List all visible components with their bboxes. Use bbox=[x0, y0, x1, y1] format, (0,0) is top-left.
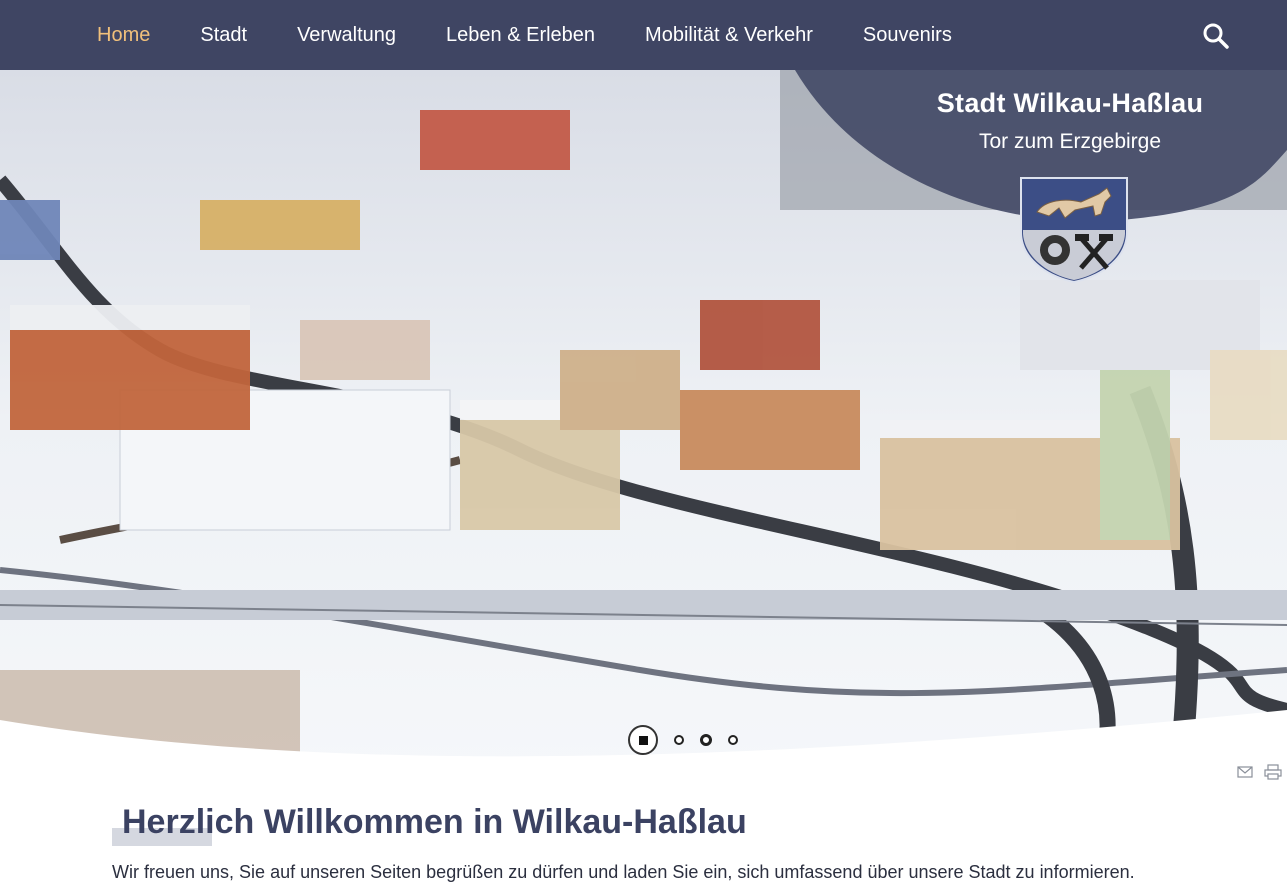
nav-item-stadt[interactable]: Stadt bbox=[200, 24, 247, 47]
stop-icon bbox=[638, 735, 648, 745]
nav-item-home[interactable]: Home bbox=[97, 24, 150, 47]
page-tools bbox=[1236, 764, 1282, 780]
print-icon[interactable] bbox=[1264, 764, 1282, 780]
slider-dot-1[interactable] bbox=[674, 735, 684, 745]
nav-item-souvenirs[interactable]: Souvenirs bbox=[863, 24, 952, 47]
top-navigation: Home Stadt Verwaltung Leben & Erleben Mo… bbox=[0, 0, 1287, 70]
hero-image bbox=[0, 70, 1287, 770]
slider-stop-button[interactable] bbox=[628, 725, 658, 755]
slider-dot-2[interactable] bbox=[700, 734, 712, 746]
slider-pagination bbox=[628, 724, 746, 756]
search-button[interactable] bbox=[1200, 20, 1232, 52]
search-icon bbox=[1203, 23, 1229, 49]
nav-item-leben-erleben[interactable]: Leben & Erleben bbox=[446, 24, 595, 47]
hero-slider: Stadt Wilkau-Haßlau Tor zum Erzgebirge bbox=[0, 70, 1287, 770]
nav-menu: Home Stadt Verwaltung Leben & Erleben Mo… bbox=[97, 0, 1002, 70]
slider-dot-3[interactable] bbox=[728, 735, 738, 745]
page-title: Herzlich Willkommen in Wilkau-Haßlau bbox=[122, 803, 747, 841]
nav-item-mobilitaet-verkehr[interactable]: Mobilität & Verkehr bbox=[645, 24, 813, 47]
nav-item-verwaltung[interactable]: Verwaltung bbox=[297, 24, 396, 47]
intro-text: Wir freuen uns, Sie auf unseren Seiten b… bbox=[112, 862, 1135, 882]
email-icon[interactable] bbox=[1236, 764, 1254, 780]
